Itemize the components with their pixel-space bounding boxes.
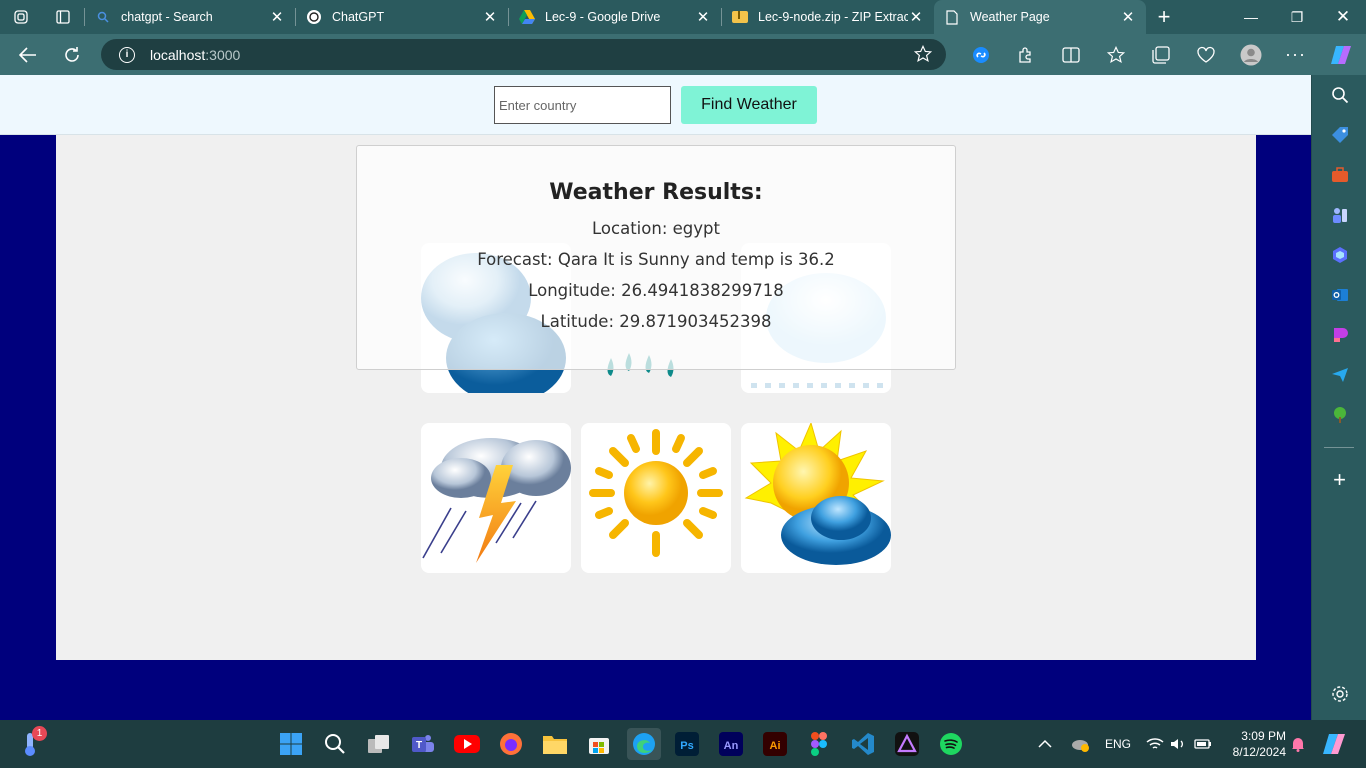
volume-icon[interactable] bbox=[1170, 720, 1186, 768]
youtube-icon[interactable] bbox=[451, 728, 483, 760]
search-icon[interactable] bbox=[319, 728, 351, 760]
tab-zip-extract[interactable]: Lec-9-node.zip - ZIP Extract ✕ bbox=[722, 0, 934, 34]
designer-icon[interactable] bbox=[1312, 315, 1366, 355]
restore-button[interactable]: ❐ bbox=[1274, 0, 1320, 34]
tab-chatgpt-search[interactable]: chatgpt - Search ✕ bbox=[85, 0, 295, 34]
show-hidden-icons[interactable] bbox=[1038, 720, 1052, 768]
address-bar[interactable]: i localhost:3000 bbox=[101, 39, 946, 70]
language-indicator[interactable]: ENG bbox=[1105, 720, 1131, 768]
weather-widget-icon[interactable]: 1 bbox=[14, 726, 47, 760]
zip-icon bbox=[732, 9, 748, 25]
microsoft-store-icon[interactable] bbox=[583, 728, 615, 760]
onedrive-icon[interactable] bbox=[1070, 720, 1090, 768]
copilot-taskbar-icon[interactable] bbox=[1322, 720, 1346, 768]
tab-strip: chatgpt - Search ✕ ChatGPT ✕ Lec-9 - Goo… bbox=[0, 0, 1366, 34]
longitude-text: Longitude: 26.4941838299718 bbox=[528, 281, 784, 300]
google-drive-icon bbox=[519, 9, 535, 25]
forecast-text: Forecast: Qara It is Sunny and temp is 3… bbox=[477, 250, 835, 269]
favorite-star-icon[interactable] bbox=[913, 44, 933, 68]
sun-icon bbox=[581, 423, 731, 573]
svg-text:An: An bbox=[724, 740, 739, 752]
tab-actions-icon[interactable] bbox=[42, 0, 84, 34]
spotify-icon[interactable] bbox=[935, 728, 967, 760]
tab-chatgpt[interactable]: ChatGPT ✕ bbox=[296, 0, 508, 34]
country-input[interactable] bbox=[494, 86, 671, 124]
add-sidebar-app-icon[interactable]: + bbox=[1312, 460, 1366, 500]
profile-avatar[interactable] bbox=[1228, 34, 1273, 75]
browser-essentials-icon[interactable] bbox=[1183, 34, 1228, 75]
tools-briefcase-icon[interactable] bbox=[1312, 155, 1366, 195]
site-info-icon[interactable]: i bbox=[119, 46, 135, 63]
workspaces-icon[interactable] bbox=[0, 0, 42, 34]
shopping-tag-icon[interactable] bbox=[1312, 115, 1366, 155]
favorites-icon[interactable] bbox=[1093, 34, 1138, 75]
close-window-button[interactable]: ✕ bbox=[1320, 0, 1366, 34]
chatgpt-icon bbox=[306, 9, 322, 25]
close-tab-icon[interactable]: ✕ bbox=[908, 9, 924, 26]
find-weather-button[interactable]: Find Weather bbox=[681, 86, 817, 124]
file-explorer-icon[interactable] bbox=[539, 728, 571, 760]
windows-taskbar: 1 T Ps An Ai ENG 3:09 PM 8/12/2024 bbox=[0, 720, 1366, 768]
new-tab-button[interactable]: + bbox=[1146, 0, 1182, 34]
time-text: 3:09 PM bbox=[1241, 729, 1286, 743]
send-icon[interactable] bbox=[1312, 355, 1366, 395]
svg-text:T: T bbox=[416, 740, 422, 751]
sidebar-settings-icon[interactable] bbox=[1312, 674, 1366, 714]
svg-text:Ai: Ai bbox=[770, 740, 781, 752]
figma-icon[interactable] bbox=[803, 728, 835, 760]
copilot-sidebar-icon[interactable] bbox=[1312, 235, 1366, 275]
extensions-icon[interactable] bbox=[1003, 34, 1048, 75]
start-icon[interactable] bbox=[275, 728, 307, 760]
web-page: Find Weather bbox=[0, 75, 1311, 720]
refresh-button[interactable] bbox=[50, 34, 94, 75]
url-text[interactable]: localhost:3000 bbox=[150, 47, 240, 63]
tab-google-drive[interactable]: Lec-9 - Google Drive ✕ bbox=[509, 0, 721, 34]
teams-icon[interactable]: T bbox=[407, 728, 439, 760]
outlook-icon[interactable] bbox=[1312, 275, 1366, 315]
photoshop-icon[interactable]: Ps bbox=[671, 728, 703, 760]
affinity-icon[interactable] bbox=[891, 728, 923, 760]
shazam-extension-icon[interactable] bbox=[958, 34, 1003, 75]
task-view-icon[interactable] bbox=[363, 728, 395, 760]
edge-icon[interactable] bbox=[627, 728, 661, 760]
svg-text:Ps: Ps bbox=[680, 740, 693, 752]
minimize-button[interactable]: — bbox=[1228, 0, 1274, 34]
split-screen-icon[interactable] bbox=[1048, 34, 1093, 75]
close-tab-icon[interactable]: ✕ bbox=[695, 9, 711, 26]
edge-sidebar: + bbox=[1311, 75, 1366, 720]
animate-icon[interactable]: An bbox=[715, 728, 747, 760]
collections-icon[interactable] bbox=[1138, 34, 1183, 75]
back-button[interactable] bbox=[6, 34, 50, 75]
page-icon bbox=[944, 9, 960, 25]
firefox-icon[interactable] bbox=[495, 728, 527, 760]
location-text: Location: egypt bbox=[592, 219, 720, 238]
close-tab-icon[interactable]: ✕ bbox=[482, 9, 498, 26]
results-heading: Weather Results: bbox=[549, 180, 763, 205]
close-tab-icon[interactable]: ✕ bbox=[269, 9, 285, 26]
copilot-icon[interactable] bbox=[1318, 34, 1363, 75]
date-text: 8/12/2024 bbox=[1232, 745, 1286, 759]
tab-weather-page[interactable]: Weather Page ✕ bbox=[934, 0, 1146, 34]
notification-badge: 1 bbox=[32, 726, 47, 741]
battery-icon[interactable] bbox=[1194, 720, 1212, 768]
search-form: Find Weather bbox=[0, 75, 1311, 135]
wifi-icon[interactable] bbox=[1146, 720, 1164, 768]
search-icon bbox=[95, 9, 111, 25]
close-tab-icon[interactable]: ✕ bbox=[1120, 9, 1136, 26]
search-icon[interactable] bbox=[1312, 75, 1366, 115]
games-icon[interactable] bbox=[1312, 195, 1366, 235]
vscode-icon[interactable] bbox=[847, 728, 879, 760]
clock[interactable]: 3:09 PM 8/12/2024 bbox=[1233, 728, 1286, 760]
tree-icon[interactable] bbox=[1312, 395, 1366, 435]
more-options-icon[interactable]: ··· bbox=[1273, 34, 1318, 75]
latitude-text: Latitude: 29.871903452398 bbox=[540, 312, 772, 331]
weather-results-card: Weather Results: Location: egypt Forecas… bbox=[356, 145, 956, 370]
notifications-bell-icon[interactable] bbox=[1290, 720, 1306, 768]
thunderstorm-icon bbox=[421, 423, 571, 573]
illustrator-icon[interactable]: Ai bbox=[759, 728, 791, 760]
partly-sunny-icon bbox=[741, 423, 891, 573]
